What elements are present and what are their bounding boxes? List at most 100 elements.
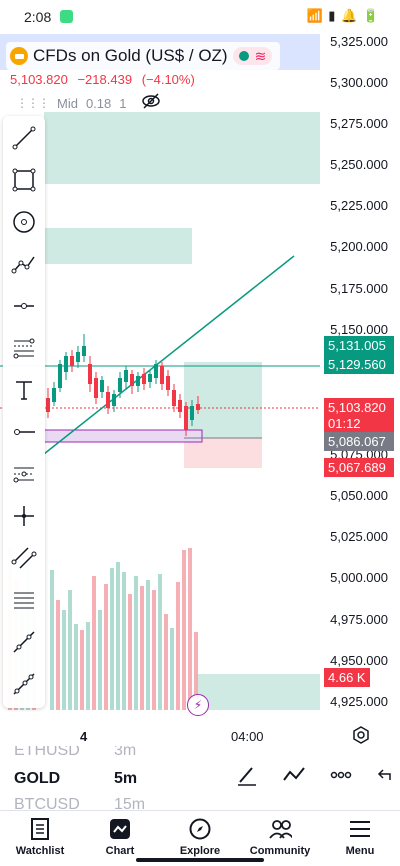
price-change-pct: (−4.10%)	[141, 72, 195, 87]
watchlist-interval: 3m	[114, 746, 137, 759]
volume-bar	[128, 594, 132, 710]
volume-bar	[104, 584, 108, 710]
chart-area[interactable]: 5,325.000 5,300.000 5,275.000 5,250.000 …	[0, 34, 400, 746]
candle	[154, 364, 158, 378]
compass-icon	[188, 817, 212, 841]
take-profit-tag: 5,131.005	[324, 336, 394, 355]
watchlist-strip[interactable]: ETHUSD 3m GOLD 5m BTCUSD 15m	[0, 746, 400, 810]
info-line-tool-icon[interactable]	[8, 668, 40, 700]
eye-off-icon[interactable]	[141, 93, 161, 113]
indicator-legend[interactable]: ⋮⋮⋮ Mid 0.18 1	[16, 93, 161, 113]
price-axis-label: 5,175.000	[330, 281, 388, 296]
price-axis-label: 5,000.000	[330, 570, 388, 585]
brush-icon[interactable]	[236, 764, 258, 791]
candle	[100, 380, 104, 392]
watchlist-interval: 15m	[114, 796, 146, 810]
price-axis-label: 4,975.000	[330, 612, 388, 627]
price-axis-label: 5,275.000	[330, 116, 388, 131]
indicator-param: 1	[119, 95, 127, 111]
chart-canvas[interactable]	[0, 34, 400, 746]
candle	[148, 374, 152, 382]
watchlist-symbol: BTCUSD	[14, 796, 80, 810]
parallel-channel-tool-icon[interactable]	[8, 542, 40, 574]
status-time: 2:08	[24, 9, 52, 25]
fib-retracement-tool-icon[interactable]	[8, 332, 40, 364]
candle	[172, 390, 176, 406]
ray-tool-icon[interactable]	[8, 416, 40, 448]
watchlist-row-active[interactable]: GOLD 5m	[14, 770, 137, 788]
drag-handle-icon[interactable]: ⋮⋮⋮	[16, 96, 50, 110]
zone-middle	[44, 228, 192, 264]
candle	[82, 346, 86, 356]
watchlist-symbol: ETHUSD	[14, 746, 80, 759]
nav-menu[interactable]: Menu	[320, 811, 400, 866]
candle	[70, 356, 74, 366]
candle	[76, 352, 80, 362]
quote-line: 5,103.820 −218.439 (−4.10%)	[10, 72, 201, 87]
candle	[184, 406, 188, 430]
price-axis-label: 4,950.000	[330, 653, 388, 668]
candle	[106, 392, 110, 408]
candle	[88, 364, 92, 384]
volume-bar	[164, 614, 168, 710]
circle-tool-icon[interactable]	[8, 206, 40, 238]
price-axis-label: 4,925.000	[330, 694, 388, 709]
volume-bar	[68, 590, 72, 710]
watchlist-row[interactable]: ETHUSD 3m	[14, 746, 136, 760]
volume-bar	[122, 572, 126, 710]
volume-bar	[152, 590, 156, 710]
lightning-icon[interactable]: ⚡	[187, 694, 209, 716]
nav-label: Menu	[345, 845, 375, 857]
pitchfork-tool-icon[interactable]	[8, 584, 40, 616]
price-axis-label: 5,300.000	[330, 75, 388, 90]
candle	[94, 378, 98, 398]
entry-price-tag: 5,086.067	[324, 432, 394, 451]
price-axis-label: 5,250.000	[330, 157, 388, 172]
trend-line-tool-icon[interactable]	[8, 122, 40, 154]
time-axis-label: 04:00	[231, 729, 264, 744]
drawing-toolbar	[3, 116, 45, 708]
volume-bar	[56, 600, 60, 710]
indicator-value: 0.18	[85, 95, 112, 111]
volume-bar	[98, 610, 102, 710]
stop-loss-tag: 5,067.689	[324, 458, 394, 477]
indicators-icon[interactable]	[282, 764, 306, 791]
candle	[124, 370, 128, 382]
path-tool-icon[interactable]	[8, 248, 40, 280]
candle	[118, 378, 122, 392]
horizontal-ray-tool-icon[interactable]	[8, 290, 40, 322]
watchlist-icon	[28, 817, 52, 841]
undo-icon[interactable]	[376, 764, 394, 791]
wave-icon: ≋	[254, 48, 267, 64]
price-axis-label: 5,325.000	[330, 34, 388, 49]
volume-bar	[146, 580, 150, 710]
price-axis-label: 5,200.000	[330, 239, 388, 254]
status-icons: 📶 ▮ 🔔 🔋	[306, 8, 380, 23]
crosshair-tool-icon[interactable]	[8, 500, 40, 532]
fib-extension-tool-icon[interactable]	[8, 458, 40, 490]
text-tool-icon[interactable]	[8, 374, 40, 406]
symbol-header[interactable]: CFDs on Gold (US$ / OZ) ≋	[6, 42, 281, 70]
candle	[130, 374, 134, 386]
position-profit-zone	[184, 362, 262, 438]
volume-bar	[62, 610, 66, 710]
watchlist-symbol: GOLD	[14, 770, 61, 787]
home-indicator[interactable]	[136, 858, 264, 862]
candle	[196, 404, 200, 410]
nav-watchlist[interactable]: Watchlist	[0, 811, 80, 866]
extended-line-tool-icon[interactable]	[8, 626, 40, 658]
indicator-label: Mid	[57, 95, 78, 111]
watchlist-row[interactable]: BTCUSD 15m	[14, 796, 145, 810]
candle	[64, 356, 68, 372]
volume-bar	[140, 586, 144, 710]
status-bar: 2:08 📶 ▮ 🔔 🔋	[0, 0, 400, 34]
more-icon[interactable]	[330, 764, 352, 791]
zone-bottom	[196, 674, 320, 710]
chart-actions	[236, 764, 394, 791]
volume-tag: 4.66 K	[324, 668, 370, 687]
market-status[interactable]: ≋	[232, 47, 273, 65]
symbol-title[interactable]: CFDs on Gold (US$ / OZ)	[33, 46, 228, 66]
nav-label: Explore	[179, 845, 221, 857]
chart-icon	[108, 817, 132, 841]
rectangle-tool-icon[interactable]	[8, 164, 40, 196]
